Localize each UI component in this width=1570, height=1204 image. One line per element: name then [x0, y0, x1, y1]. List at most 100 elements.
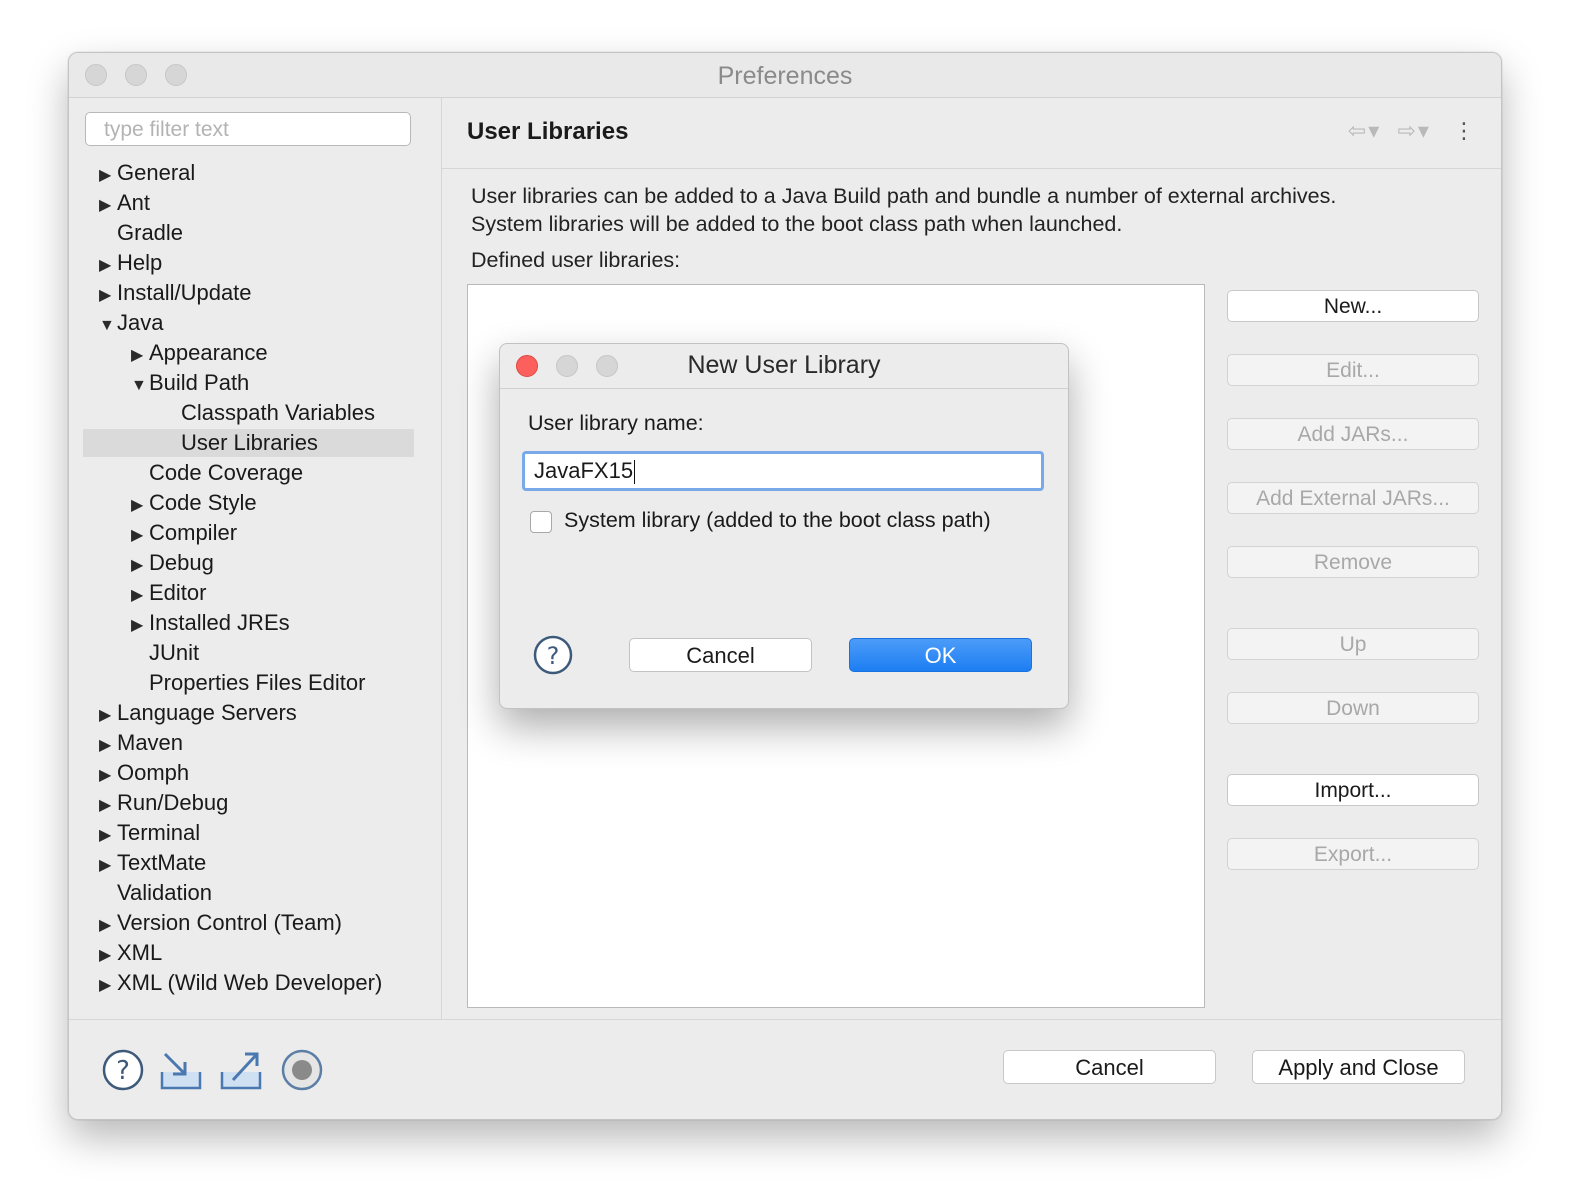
tree-item-help[interactable]: ▶ Help [99, 248, 162, 278]
expand-arrow-icon[interactable]: ▶ [99, 791, 117, 821]
tree-item-label: JUnit [149, 640, 200, 665]
expand-arrow-icon[interactable]: ▶ [99, 761, 117, 791]
collapse-arrow-icon[interactable]: ▼ [99, 311, 117, 341]
tree-item-xml[interactable]: ▶ XML [99, 938, 162, 968]
tree-item-label: XML (Wild Web Developer) [117, 970, 383, 995]
expand-arrow-icon[interactable]: ▶ [99, 851, 117, 881]
tree-item-label: Validation [117, 880, 212, 905]
expand-arrow-icon[interactable]: ▶ [99, 191, 117, 221]
new-button[interactable]: New... [1227, 290, 1479, 322]
expand-arrow-icon[interactable]: ▶ [99, 701, 117, 731]
preferences-sidebar: type filter text ▶ General ▶ Ant Gradle ▶ H… [69, 98, 442, 1019]
page-title: User Libraries [467, 118, 629, 145]
import-preferences-icon[interactable] [159, 1048, 203, 1092]
expand-arrow-icon[interactable]: ▶ [99, 941, 117, 971]
tree-item-maven[interactable]: ▶ Maven [99, 728, 183, 758]
tree-item-label: Appearance [149, 340, 268, 365]
expand-arrow-icon[interactable]: ▶ [99, 251, 117, 281]
tree-item-terminal[interactable]: ▶ Terminal [99, 818, 200, 848]
expand-arrow-icon[interactable]: ▶ [99, 911, 117, 941]
tree-item-user-libraries[interactable]: User Libraries [163, 428, 318, 458]
page-header: User Libraries ⇦▾ ⇨▾ ⋮ [442, 98, 1501, 169]
help-icon[interactable]: ? [101, 1048, 145, 1092]
system-library-checkbox[interactable] [530, 511, 552, 533]
forward-arrow-icon[interactable]: ⇨▾ [1397, 118, 1430, 143]
tree-item-label: Version Control (Team) [117, 910, 342, 935]
tree-item-textmate[interactable]: ▶ TextMate [99, 848, 206, 878]
tree-item-label: Gradle [117, 220, 184, 245]
tree-item-compiler[interactable]: ▶ Compiler [131, 518, 237, 548]
page-description: User libraries can be added to a Java Bu… [471, 182, 1336, 238]
tree-item-code-style[interactable]: ▶ Code Style [131, 488, 257, 518]
tree-item-code-coverage[interactable]: Code Coverage [131, 458, 303, 488]
description-line: System libraries will be added to the bo… [471, 212, 1123, 236]
filter-input[interactable]: type filter text [85, 112, 411, 146]
tree-item-label: Run/Debug [117, 790, 229, 815]
expand-arrow-icon[interactable]: ▶ [131, 491, 149, 521]
dialog-cancel-button[interactable]: Cancel [629, 638, 812, 672]
tree-item-label: Code Coverage [149, 460, 304, 485]
tree-item-label: Maven [117, 730, 184, 755]
tree-item-validation[interactable]: Validation [99, 878, 212, 908]
tree-item-label: Code Style [149, 490, 257, 515]
tree-item-label: Oomph [117, 760, 190, 785]
tree-item-oomph[interactable]: ▶ Oomph [99, 758, 189, 788]
tree-item-appearance[interactable]: ▶ Appearance [131, 338, 268, 368]
tree-item-run-debug[interactable]: ▶ Run/Debug [99, 788, 228, 818]
expand-arrow-icon[interactable]: ▶ [99, 161, 117, 191]
tree-item-classpath-variables[interactable]: Classpath Variables [163, 398, 375, 428]
export-preferences-icon[interactable] [219, 1048, 263, 1092]
tree-item-installed-jres[interactable]: ▶ Installed JREs [131, 608, 290, 638]
footer-bar: ? Cancel Apply and Close [69, 1019, 1501, 1119]
tree-item-junit[interactable]: JUnit [131, 638, 199, 668]
view-menu-icon[interactable]: ⋮ [1453, 118, 1477, 144]
tree-item-debug[interactable]: ▶ Debug [131, 548, 214, 578]
collapse-arrow-icon[interactable]: ▼ [131, 371, 149, 401]
tree-item-xml-wild-web-developer[interactable]: ▶ XML (Wild Web Developer) [99, 968, 382, 998]
up-button[interactable]: Up [1227, 628, 1479, 660]
tree-item-label: TextMate [117, 850, 207, 875]
dialog-ok-button[interactable]: OK [849, 638, 1032, 672]
export-button[interactable]: Export... [1227, 838, 1479, 870]
expand-arrow-icon[interactable]: ▶ [131, 581, 149, 611]
tree-item-general[interactable]: ▶ General [99, 158, 195, 188]
tree-item-language-servers[interactable]: ▶ Language Servers [99, 698, 297, 728]
library-name-input[interactable]: JavaFX15 [522, 451, 1044, 491]
help-icon[interactable]: ? [533, 635, 573, 675]
add-jars-button[interactable]: Add JARs... [1227, 418, 1479, 450]
tree-item-label: Terminal [117, 820, 201, 845]
expand-arrow-icon[interactable]: ▶ [131, 611, 149, 641]
down-button[interactable]: Down [1227, 692, 1479, 724]
tree-item-gradle[interactable]: Gradle [99, 218, 183, 248]
tree-item-java[interactable]: ▼Java [99, 308, 163, 338]
tree-item-label: General [117, 160, 196, 185]
tree-item-label: Install/Update [117, 280, 252, 305]
tree-item-install-update[interactable]: ▶ Install/Update [99, 278, 252, 308]
expand-arrow-icon[interactable]: ▶ [131, 551, 149, 581]
edit-button[interactable]: Edit... [1227, 354, 1479, 386]
expand-arrow-icon[interactable]: ▶ [99, 821, 117, 851]
tree-item-properties-files-editor[interactable]: Properties Files Editor [131, 668, 365, 698]
tree-item-version-control[interactable]: ▶ Version Control (Team) [99, 908, 342, 938]
tree-item-label: Installed JREs [149, 610, 290, 635]
library-name-label: User library name: [528, 411, 704, 435]
expand-arrow-icon[interactable]: ▶ [99, 971, 117, 1001]
add-external-jars-button[interactable]: Add External JARs... [1227, 482, 1479, 514]
expand-arrow-icon[interactable]: ▶ [99, 281, 117, 311]
tree-item-ant[interactable]: ▶ Ant [99, 188, 150, 218]
cancel-button[interactable]: Cancel [1003, 1050, 1216, 1084]
expand-arrow-icon[interactable]: ▶ [131, 521, 149, 551]
apply-and-close-button[interactable]: Apply and Close [1252, 1050, 1465, 1084]
tree-item-editor[interactable]: ▶ Editor [131, 578, 206, 608]
back-arrow-icon[interactable]: ⇦▾ [1348, 118, 1381, 143]
tree-item-label: User Libraries [181, 430, 318, 455]
import-button[interactable]: Import... [1227, 774, 1479, 806]
tree-item-label: Debug [149, 550, 214, 575]
expand-arrow-icon[interactable]: ▶ [99, 731, 117, 761]
system-library-label: System library (added to the boot class … [564, 508, 991, 532]
dialog-title: New User Library [687, 351, 881, 379]
tree-item-build-path[interactable]: ▼Build Path [131, 368, 249, 398]
remove-button[interactable]: Remove [1227, 546, 1479, 578]
expand-arrow-icon[interactable]: ▶ [131, 341, 149, 371]
record-preferences-icon[interactable] [280, 1048, 324, 1092]
